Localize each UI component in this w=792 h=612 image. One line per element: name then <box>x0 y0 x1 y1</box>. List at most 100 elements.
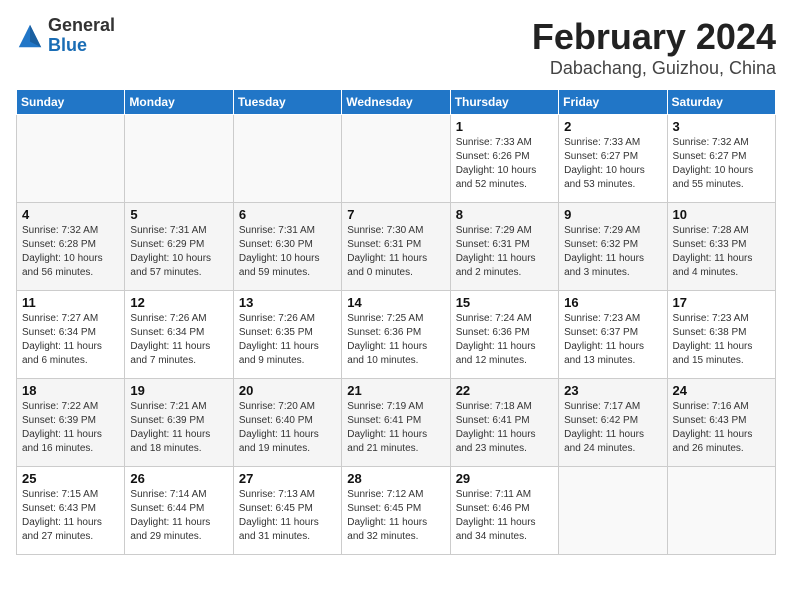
day-info: Sunrise: 7:32 AM Sunset: 6:28 PM Dayligh… <box>22 224 119 280</box>
calendar-cell: 26Sunrise: 7:14 AM Sunset: 6:44 PM Dayli… <box>125 467 233 555</box>
calendar-cell: 23Sunrise: 7:17 AM Sunset: 6:42 PM Dayli… <box>559 379 667 467</box>
day-info: Sunrise: 7:15 AM Sunset: 6:43 PM Dayligh… <box>22 488 119 544</box>
calendar-cell: 19 Sunrise: 7:21 AM Sunset: 6:39 PM Dayli… <box>125 379 233 467</box>
day-info: Sunrise: 7:26 AM Sunset: 6:35 PM Dayligh… <box>239 312 336 368</box>
calendar-cell: 13 Sunrise: 7:26 AM Sunset: 6:35 PM Dayli… <box>233 291 341 379</box>
calendar-cell: 27Sunrise: 7:13 AM Sunset: 6:45 PM Dayli… <box>233 467 341 555</box>
day-number: 2 <box>564 119 661 134</box>
calendar-week-row: 1 Sunrise: 7:33 AM Sunset: 6:26 PM Daylig… <box>17 115 776 203</box>
calendar-cell: 20 Sunrise: 7:20 AM Sunset: 6:40 PM Dayli… <box>233 379 341 467</box>
weekday-header-row: SundayMondayTuesdayWednesdayThursdayFrid… <box>17 90 776 115</box>
calendar-cell: 9 Sunrise: 7:29 AM Sunset: 6:32 PM Daylig… <box>559 203 667 291</box>
day-info: Sunrise: 7:24 AM Sunset: 6:36 PM Dayligh… <box>456 312 553 368</box>
calendar-week-row: 18 Sunrise: 7:22 AM Sunset: 6:39 PM Dayli… <box>17 379 776 467</box>
weekday-header-cell: Wednesday <box>342 90 450 115</box>
calendar-cell: 11 Sunrise: 7:27 AM Sunset: 6:34 PM Dayli… <box>17 291 125 379</box>
weekday-header-cell: Friday <box>559 90 667 115</box>
calendar-table: SundayMondayTuesdayWednesdayThursdayFrid… <box>16 89 776 555</box>
day-info: Sunrise: 7:31 AM Sunset: 6:30 PM Dayligh… <box>239 224 336 280</box>
day-info: Sunrise: 7:29 AM Sunset: 6:31 PM Dayligh… <box>456 224 553 280</box>
calendar-body: 1 Sunrise: 7:33 AM Sunset: 6:26 PM Daylig… <box>17 115 776 555</box>
day-number: 24 <box>673 383 770 398</box>
calendar-cell: 14 Sunrise: 7:25 AM Sunset: 6:36 PM Dayli… <box>342 291 450 379</box>
calendar-cell: 10Sunrise: 7:28 AM Sunset: 6:33 PM Dayli… <box>667 203 775 291</box>
calendar-week-row: 25 Sunrise: 7:15 AM Sunset: 6:43 PM Dayli… <box>17 467 776 555</box>
calendar-cell: 12Sunrise: 7:26 AM Sunset: 6:34 PM Dayli… <box>125 291 233 379</box>
day-number: 6 <box>239 207 336 222</box>
calendar-cell: 15 Sunrise: 7:24 AM Sunset: 6:36 PM Dayli… <box>450 291 558 379</box>
day-info: Sunrise: 7:33 AM Sunset: 6:26 PM Dayligh… <box>456 136 553 192</box>
day-number: 4 <box>22 207 119 222</box>
day-number: 3 <box>673 119 770 134</box>
calendar-cell: 28 Sunrise: 7:12 AM Sunset: 6:45 PM Dayli… <box>342 467 450 555</box>
calendar-cell: 17 Sunrise: 7:23 AM Sunset: 6:38 PM Dayli… <box>667 291 775 379</box>
day-number: 1 <box>456 119 553 134</box>
day-number: 13 <box>239 295 336 310</box>
calendar-cell: 5 Sunrise: 7:31 AM Sunset: 6:29 PM Daylig… <box>125 203 233 291</box>
day-info: Sunrise: 7:25 AM Sunset: 6:36 PM Dayligh… <box>347 312 444 368</box>
day-number: 10 <box>673 207 770 222</box>
day-number: 14 <box>347 295 444 310</box>
logo-text: General Blue <box>48 16 115 56</box>
calendar-cell: 24 Sunrise: 7:16 AM Sunset: 6:43 PM Dayli… <box>667 379 775 467</box>
logo: General Blue <box>16 16 115 56</box>
calendar-cell: 22Sunrise: 7:18 AM Sunset: 6:41 PM Dayli… <box>450 379 558 467</box>
day-info: Sunrise: 7:19 AM Sunset: 6:41 PM Dayligh… <box>347 400 444 456</box>
day-number: 15 <box>456 295 553 310</box>
calendar-cell: 18 Sunrise: 7:22 AM Sunset: 6:39 PM Dayli… <box>17 379 125 467</box>
calendar-cell: 1 Sunrise: 7:33 AM Sunset: 6:26 PM Daylig… <box>450 115 558 203</box>
day-info: Sunrise: 7:31 AM Sunset: 6:29 PM Dayligh… <box>130 224 227 280</box>
day-number: 18 <box>22 383 119 398</box>
location-title: Dabachang, Guizhou, China <box>532 58 776 79</box>
calendar-cell <box>125 115 233 203</box>
day-number: 19 <box>130 383 227 398</box>
calendar-cell: 3 Sunrise: 7:32 AM Sunset: 6:27 PM Daylig… <box>667 115 775 203</box>
day-number: 25 <box>22 471 119 486</box>
calendar-cell: 29 Sunrise: 7:11 AM Sunset: 6:46 PM Dayli… <box>450 467 558 555</box>
day-info: Sunrise: 7:23 AM Sunset: 6:38 PM Dayligh… <box>673 312 770 368</box>
day-info: Sunrise: 7:30 AM Sunset: 6:31 PM Dayligh… <box>347 224 444 280</box>
weekday-header-cell: Monday <box>125 90 233 115</box>
day-number: 12 <box>130 295 227 310</box>
logo-icon <box>16 22 44 50</box>
calendar-week-row: 11 Sunrise: 7:27 AM Sunset: 6:34 PM Dayli… <box>17 291 776 379</box>
calendar-cell <box>342 115 450 203</box>
day-info: Sunrise: 7:32 AM Sunset: 6:27 PM Dayligh… <box>673 136 770 192</box>
calendar-cell: 8 Sunrise: 7:29 AM Sunset: 6:31 PM Daylig… <box>450 203 558 291</box>
day-info: Sunrise: 7:20 AM Sunset: 6:40 PM Dayligh… <box>239 400 336 456</box>
weekday-header-cell: Saturday <box>667 90 775 115</box>
day-number: 5 <box>130 207 227 222</box>
day-number: 11 <box>22 295 119 310</box>
day-number: 27 <box>239 471 336 486</box>
calendar-cell: 16Sunrise: 7:23 AM Sunset: 6:37 PM Dayli… <box>559 291 667 379</box>
calendar-cell: 4 Sunrise: 7:32 AM Sunset: 6:28 PM Daylig… <box>17 203 125 291</box>
month-title: February 2024 <box>532 16 776 58</box>
calendar-cell: 21Sunrise: 7:19 AM Sunset: 6:41 PM Dayli… <box>342 379 450 467</box>
day-number: 26 <box>130 471 227 486</box>
day-info: Sunrise: 7:22 AM Sunset: 6:39 PM Dayligh… <box>22 400 119 456</box>
weekday-header-cell: Sunday <box>17 90 125 115</box>
day-number: 28 <box>347 471 444 486</box>
day-info: Sunrise: 7:27 AM Sunset: 6:34 PM Dayligh… <box>22 312 119 368</box>
day-info: Sunrise: 7:16 AM Sunset: 6:43 PM Dayligh… <box>673 400 770 456</box>
day-info: Sunrise: 7:29 AM Sunset: 6:32 PM Dayligh… <box>564 224 661 280</box>
day-number: 20 <box>239 383 336 398</box>
day-info: Sunrise: 7:33 AM Sunset: 6:27 PM Dayligh… <box>564 136 661 192</box>
calendar-cell: 25 Sunrise: 7:15 AM Sunset: 6:43 PM Dayli… <box>17 467 125 555</box>
day-info: Sunrise: 7:11 AM Sunset: 6:46 PM Dayligh… <box>456 488 553 544</box>
weekday-header-cell: Thursday <box>450 90 558 115</box>
day-info: Sunrise: 7:21 AM Sunset: 6:39 PM Dayligh… <box>130 400 227 456</box>
day-number: 9 <box>564 207 661 222</box>
day-number: 29 <box>456 471 553 486</box>
day-number: 23 <box>564 383 661 398</box>
page-header: General Blue February 2024 Dabachang, Gu… <box>16 16 776 79</box>
calendar-cell <box>233 115 341 203</box>
day-number: 8 <box>456 207 553 222</box>
day-number: 16 <box>564 295 661 310</box>
day-info: Sunrise: 7:12 AM Sunset: 6:45 PM Dayligh… <box>347 488 444 544</box>
calendar-cell: 7Sunrise: 7:30 AM Sunset: 6:31 PM Daylig… <box>342 203 450 291</box>
calendar-cell: 6 Sunrise: 7:31 AM Sunset: 6:30 PM Daylig… <box>233 203 341 291</box>
weekday-header-cell: Tuesday <box>233 90 341 115</box>
calendar-cell <box>667 467 775 555</box>
day-number: 17 <box>673 295 770 310</box>
